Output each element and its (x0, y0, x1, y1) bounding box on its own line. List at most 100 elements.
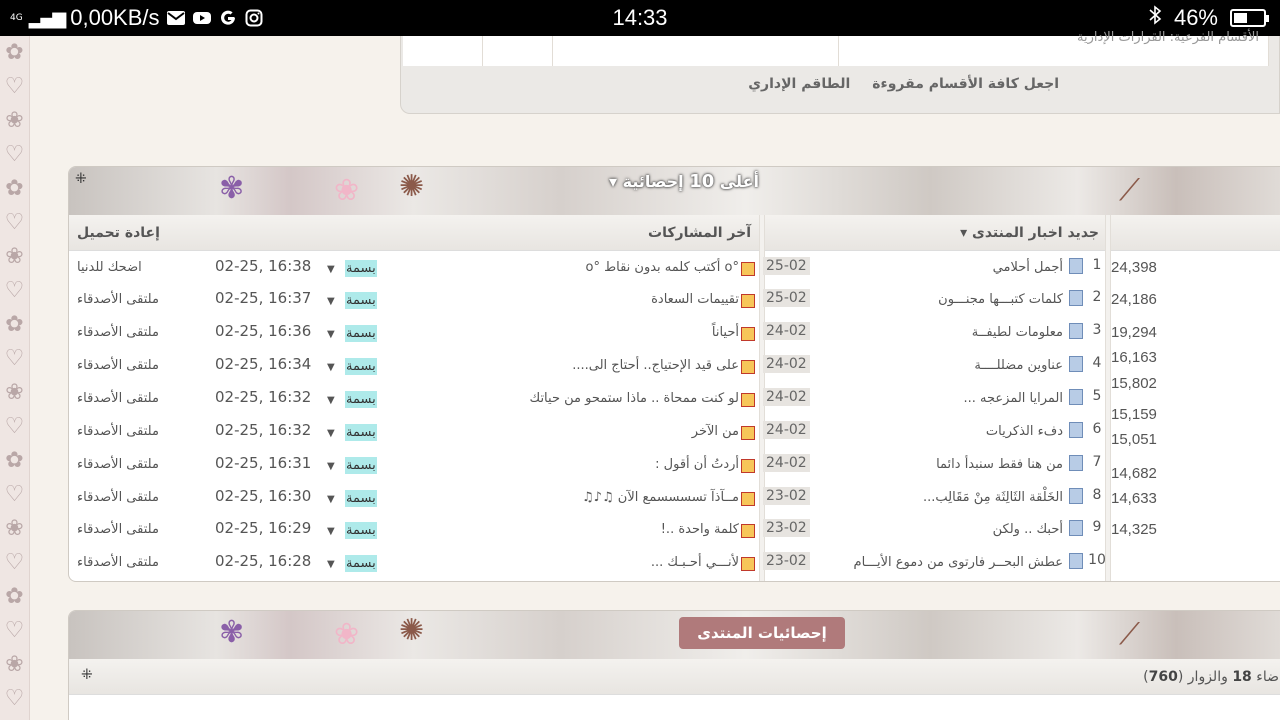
news-date: 24-02 (763, 421, 810, 439)
dropdown-arrow-icon[interactable]: ▼ (327, 428, 335, 439)
user-link[interactable]: بسمة (345, 292, 377, 309)
news-link[interactable]: عطش البحــر فارتوى من دموع الأيـــام (854, 555, 1063, 570)
doc-icon (1069, 389, 1083, 405)
user-link[interactable]: بسمة (345, 358, 377, 375)
forum-link[interactable]: ملتقى الأصدقاء (77, 555, 159, 570)
news-date: 23-02 (763, 552, 810, 570)
status-left: 4G ▂▄▆ 0,00KB/s (10, 0, 264, 36)
post-link[interactable]: لو كنت ممحاة .. ماذا ستمحو من حياتك (529, 391, 739, 406)
post-link[interactable]: أردتُ أن أقول : (655, 457, 739, 472)
members-label: ضاء (1256, 669, 1279, 685)
post-time: 02-25, 16:29 (215, 519, 312, 537)
news-link[interactable]: من هنا فقط سنبدأ دائما (936, 457, 1063, 472)
news-link[interactable]: أجمل أحلامي (993, 260, 1063, 275)
staff-link[interactable]: الطاقم الإداري (748, 76, 850, 92)
forum-link[interactable]: ملتقى الأصدقاء (77, 424, 159, 439)
news-link[interactable]: عناوين مضللــــة (974, 358, 1063, 373)
forum-link[interactable]: ملتقى الأصدقاء (77, 292, 159, 307)
post-time: 02-25, 16:32 (215, 388, 312, 406)
flower-icon: ❀ (5, 380, 24, 405)
reload-button[interactable]: إعادة تحميل (77, 215, 160, 251)
dropdown-arrow-icon[interactable]: ▼ (327, 559, 335, 570)
forum-link[interactable]: ملتقى الأصدقاء (77, 457, 159, 472)
rank-number: 1 (1092, 257, 1102, 273)
news-link[interactable]: أحبك .. ولكن (993, 522, 1063, 537)
google-icon (218, 9, 238, 27)
news-link[interactable]: دفء الذكريات (986, 424, 1063, 439)
user-link[interactable]: بسمة (345, 555, 377, 572)
heart-icon: ♡ (4, 346, 25, 371)
sort-icon[interactable]: ▾ (960, 225, 967, 241)
user-link[interactable]: بسمة (345, 490, 377, 507)
dropdown-arrow-icon[interactable]: ▼ (327, 526, 335, 537)
forum-stats-title: إحصائيات المنتدى (679, 617, 845, 649)
latest-posts-title: آخر المشاركات (648, 225, 751, 241)
news-link[interactable]: المرايا المزعجه ... (964, 391, 1064, 406)
forum-link[interactable]: اضحك للدنيا (77, 260, 142, 275)
news-link[interactable]: معلومات لطيفــة (972, 325, 1063, 340)
user-link[interactable]: بسمة (345, 522, 377, 539)
flower-icon: ✿ (5, 448, 24, 473)
top10-row: 1 أجمل أحلامي 25-02 °o أكتب كلمه بدون نقاط … (69, 255, 1111, 285)
dropdown-icon[interactable]: ▾ (609, 172, 617, 191)
post-link[interactable]: مــآذآ تسسسسمع الآن ♫♪♫ (582, 490, 739, 505)
forum-footer-box: الأقسام الفرعية: القرارات الإدارية اجعل … (400, 30, 1280, 114)
heart-icon: ♡ (4, 74, 25, 99)
post-link[interactable]: على قيد الإحتياج.. أحتاج الى.... (572, 358, 739, 373)
news-link[interactable]: كلمات كتبـــها مجنـــون (938, 292, 1063, 307)
forum-link[interactable]: ملتقى الأصدقاء (77, 325, 159, 340)
dropdown-arrow-icon[interactable]: ▼ (327, 296, 335, 307)
branch-icon: ⟋ (1119, 617, 1140, 652)
doc-icon (1069, 455, 1083, 471)
youtube-icon (192, 9, 212, 27)
top10-title-suffix: إحصائية (622, 172, 684, 191)
post-icon (741, 556, 755, 571)
flower-icon: ❀ (5, 244, 24, 269)
mark-all-read-link[interactable]: اجعل كافة الأقسام مقروءة (872, 76, 1059, 92)
news-link[interactable]: الخَلْقة الثَالِثَة مِنْ مَقَالِب... (923, 490, 1063, 505)
dropdown-arrow-icon[interactable]: ▼ (327, 395, 335, 406)
forum-link[interactable]: ملتقى الأصدقاء (77, 522, 159, 537)
stat-number: 16,163 (1111, 349, 1157, 366)
user-link[interactable]: بسمة (345, 260, 377, 277)
doc-icon (1069, 356, 1083, 372)
forum-link[interactable]: ملتقى الأصدقاء (77, 358, 159, 373)
stat-number: 15,051 (1111, 431, 1157, 448)
user-link[interactable]: بسمة (345, 325, 377, 342)
forum-actions: اجعل كافة الأقسام مقروءة الطاقم الإداري (748, 76, 1059, 92)
news-date: 24-02 (763, 454, 810, 472)
doc-icon (1069, 258, 1083, 274)
heart-icon: ♡ (4, 278, 25, 303)
flower-icon: ✿ (5, 176, 24, 201)
collapse-grip-icon[interactable]: ⁜ (81, 667, 93, 683)
banner-image: ✾ ❀ ✺ ⟋ ⁜ أعلى 10 إحصائية ▾ (69, 167, 1280, 215)
dandelion-icon: ✺ (399, 613, 425, 648)
forum-link[interactable]: ملتقى الأصدقاء (77, 490, 159, 505)
post-link[interactable]: تقييمات السعادة (651, 292, 739, 307)
bluetooth-icon (1148, 5, 1162, 31)
dropdown-arrow-icon[interactable]: ▼ (327, 329, 335, 340)
user-link[interactable]: بسمة (345, 424, 377, 441)
dropdown-arrow-icon[interactable]: ▼ (327, 461, 335, 472)
stat-number: 19,294 (1111, 324, 1157, 341)
news-date: 23-02 (763, 487, 810, 505)
battery-level (1234, 13, 1247, 23)
top10-row: 6 دفء الذكريات 24-02 من الآخر بسمة ▼ 02-25, 16… (69, 419, 1111, 449)
post-link[interactable]: °o أكتب كلمه بدون نقاط °o (585, 260, 739, 275)
post-icon (741, 523, 755, 538)
heart-icon: ♡ (4, 210, 25, 235)
dropdown-arrow-icon[interactable]: ▼ (327, 362, 335, 373)
post-link[interactable]: من الآخر (692, 424, 739, 439)
post-link[interactable]: أحياناً (712, 325, 739, 340)
forum-link[interactable]: ملتقى الأصدقاء (77, 391, 159, 406)
post-link[interactable]: لأنـــي أحـبـك ... (651, 555, 739, 570)
news-date: 23-02 (763, 519, 810, 537)
visitors-count: 760 (1148, 669, 1178, 685)
post-link[interactable]: كلمة واحدة ..! (661, 522, 739, 537)
dropdown-arrow-icon[interactable]: ▼ (327, 264, 335, 275)
user-link[interactable]: بسمة (345, 457, 377, 474)
stats-bar: ⁜ (69, 659, 1280, 695)
user-link[interactable]: بسمة (345, 391, 377, 408)
dropdown-arrow-icon[interactable]: ▼ (327, 494, 335, 505)
flower-icon: ✿ (5, 584, 24, 609)
